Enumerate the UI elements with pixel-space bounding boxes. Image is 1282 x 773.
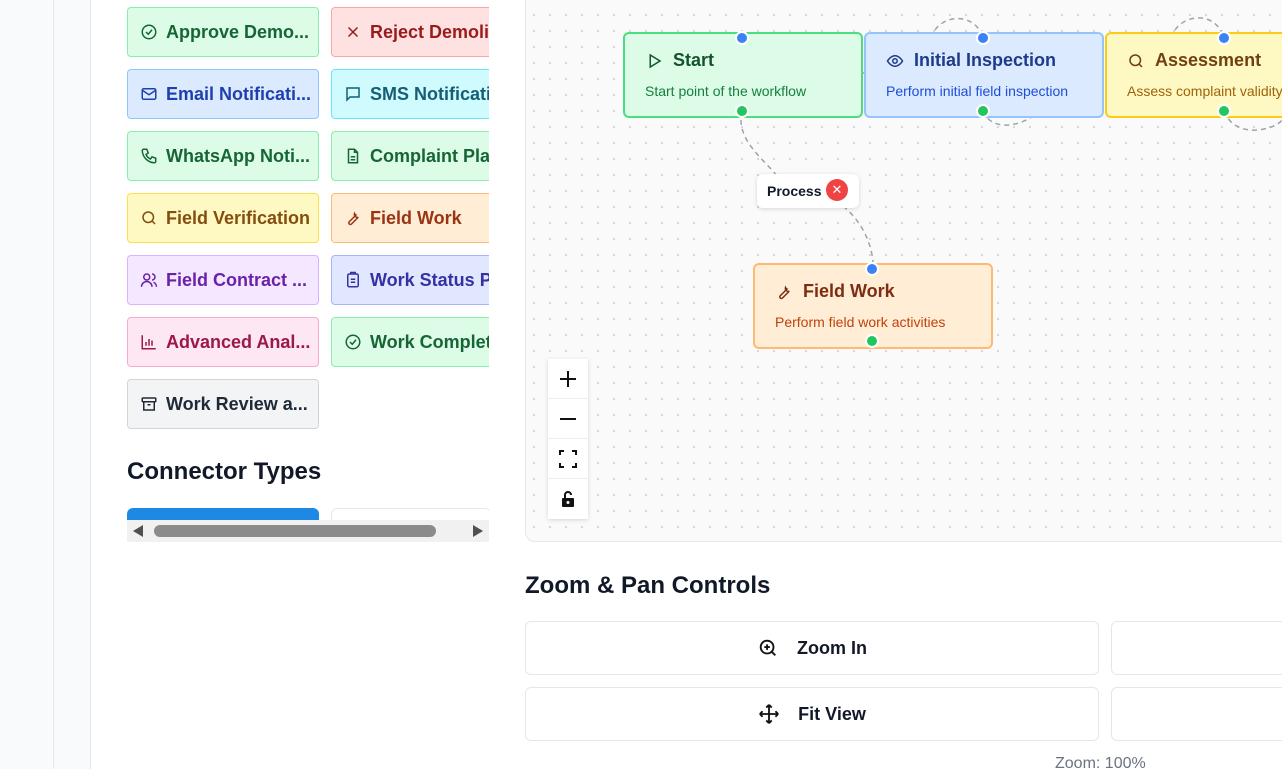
assessment-source-handle[interactable] bbox=[1217, 104, 1231, 118]
palette-node-email-notification[interactable]: Email Notificati... bbox=[127, 69, 319, 119]
flow-node-title: Initial Inspection bbox=[914, 50, 1057, 70]
palette-node-label: Field Work bbox=[370, 207, 462, 228]
minus-icon bbox=[560, 417, 576, 420]
canvas-controls bbox=[548, 359, 588, 519]
palette-node-reject-demolition[interactable]: Reject Demolit bbox=[331, 7, 489, 57]
file-text-icon bbox=[347, 148, 359, 164]
zoom-in-button[interactable]: Zoom In bbox=[525, 621, 1099, 675]
flow-node-title: Start bbox=[673, 50, 715, 70]
flow-node-description: Perform initial field inspection bbox=[886, 83, 1069, 99]
assessment-target-handle[interactable] bbox=[1217, 31, 1231, 45]
move-icon bbox=[759, 704, 779, 724]
scrollbar-thumb[interactable] bbox=[154, 525, 436, 537]
sidebar-rail bbox=[54, 0, 91, 769]
palette-node-work-completion[interactable]: Work Completi bbox=[331, 317, 489, 367]
message-icon bbox=[346, 87, 360, 102]
fieldwork-source-handle[interactable] bbox=[865, 334, 879, 348]
lock-control[interactable] bbox=[548, 479, 588, 519]
palette-node-label: Work Review a... bbox=[166, 393, 308, 414]
check-circle-icon bbox=[345, 334, 361, 350]
flow-node-description: Start point of the workflow bbox=[645, 83, 807, 99]
wrench-icon bbox=[348, 211, 359, 226]
archive-icon bbox=[141, 397, 157, 411]
flow-node-title: Field Work bbox=[803, 281, 895, 301]
palette-node-label: Complaint Plan bbox=[370, 145, 489, 166]
connector-types-title: Connector Types bbox=[127, 458, 322, 485]
palette-node-work-review[interactable]: Work Review a... bbox=[127, 379, 319, 429]
node-palette: Approve Demo... Reject Demolit Email Not… bbox=[91, 0, 489, 769]
palette-node-label: Advanced Anal... bbox=[166, 331, 311, 352]
palette-node-sms-notification[interactable]: SMS Notificatic bbox=[331, 69, 489, 119]
palette-node-field-contract[interactable]: Field Contract ... bbox=[127, 255, 319, 305]
x-icon bbox=[347, 26, 359, 38]
fieldwork-target-handle[interactable] bbox=[865, 262, 879, 276]
inspection-target-handle[interactable] bbox=[976, 31, 990, 45]
palette-node-label: SMS Notificatic bbox=[370, 83, 489, 104]
palette-node-work-status[interactable]: Work Status Pe bbox=[331, 255, 489, 305]
palette-node-label: Email Notificati... bbox=[166, 83, 312, 104]
zoom-out-control[interactable] bbox=[548, 399, 588, 439]
edge-label-text: Process bbox=[767, 183, 822, 199]
zoom-in-control[interactable] bbox=[548, 359, 588, 399]
fit-view-label: Fit View bbox=[798, 703, 866, 724]
start-target-handle[interactable] bbox=[735, 31, 749, 45]
fit-view-button[interactable]: Fit View bbox=[525, 687, 1099, 741]
fit-view-icon bbox=[559, 449, 577, 468]
reset-view-button[interactable] bbox=[1111, 687, 1282, 741]
app-rail bbox=[0, 0, 54, 769]
zoom-in-icon bbox=[759, 639, 776, 656]
palette-node-approve-demolition[interactable]: Approve Demo... bbox=[127, 7, 319, 57]
lock-icon bbox=[562, 491, 574, 507]
palette-node-label: Work Completi bbox=[370, 331, 489, 352]
play-icon bbox=[649, 53, 662, 68]
flow-node-title: Assessment bbox=[1155, 50, 1262, 70]
palette-horizontal-scrollbar[interactable] bbox=[127, 520, 489, 542]
users-icon bbox=[140, 273, 158, 287]
zoom-in-label: Zoom In bbox=[797, 637, 867, 658]
search-icon bbox=[142, 211, 156, 225]
palette-node-whatsapp-notification[interactable]: WhatsApp Noti... bbox=[127, 131, 319, 181]
wrench-icon bbox=[779, 284, 790, 299]
delete-edge-icon[interactable]: ✕ bbox=[826, 179, 848, 201]
eye-icon bbox=[886, 54, 904, 67]
plus-icon bbox=[560, 370, 576, 387]
zoom-out-button[interactable] bbox=[1111, 621, 1282, 675]
check-circle-icon bbox=[141, 24, 157, 40]
palette-node-label: Work Status Pe bbox=[370, 269, 489, 290]
search-icon bbox=[1129, 53, 1143, 68]
palette-node-label: Field Contract ... bbox=[166, 269, 308, 290]
flow-node-description: Assess complaint validity bbox=[1127, 83, 1282, 99]
palette-node-complaint-planning[interactable]: Complaint Plan bbox=[331, 131, 489, 181]
palette-node-label: WhatsApp Noti... bbox=[166, 145, 310, 166]
flow-node-description: Perform field work activities bbox=[775, 314, 946, 330]
zoom-readout: Zoom: 100% bbox=[1055, 755, 1146, 772]
bar-chart-icon bbox=[141, 335, 156, 350]
clipboard-icon bbox=[347, 271, 359, 288]
scroll-right-icon[interactable] bbox=[473, 525, 483, 537]
palette-node-field-verification[interactable]: Field Verification bbox=[127, 193, 319, 243]
start-source-handle[interactable] bbox=[735, 104, 749, 118]
zoom-pan-title: Zoom & Pan Controls bbox=[525, 572, 771, 599]
palette-node-advanced-analytics[interactable]: Advanced Anal... bbox=[127, 317, 319, 367]
palette-node-label: Field Verification bbox=[166, 207, 311, 228]
fit-view-control[interactable] bbox=[548, 439, 588, 479]
mail-icon bbox=[141, 88, 157, 100]
palette-node-label: Approve Demo... bbox=[166, 21, 310, 42]
phone-icon bbox=[141, 148, 157, 164]
scroll-left-icon[interactable] bbox=[133, 525, 143, 537]
flow-node-assessment[interactable]: Assessment Assess complaint validity bbox=[1105, 32, 1282, 118]
palette-node-field-work[interactable]: Field Work bbox=[331, 193, 489, 243]
inspection-source-handle[interactable] bbox=[976, 104, 990, 118]
palette-node-label: Reject Demolit bbox=[370, 21, 489, 42]
